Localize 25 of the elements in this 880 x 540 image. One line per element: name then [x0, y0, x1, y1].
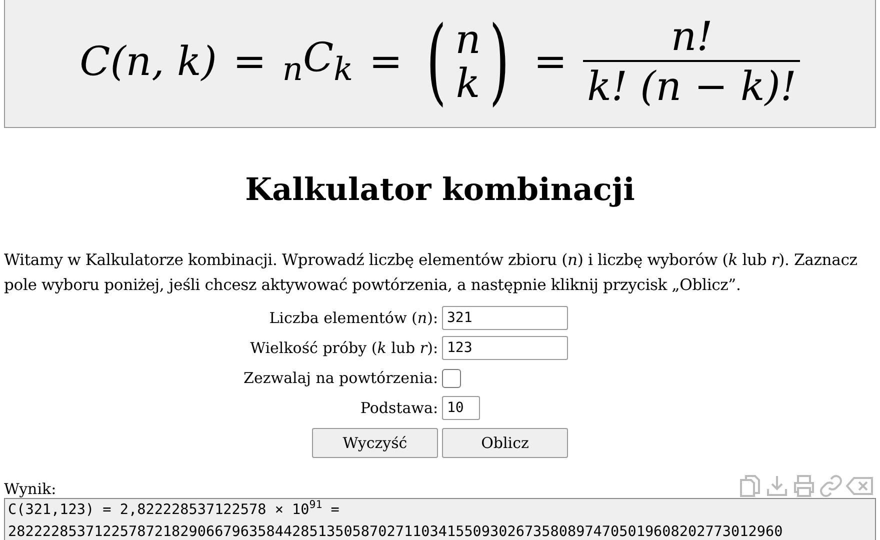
field-label: Podstawa:: [360, 399, 438, 417]
fraction: n! k! (n − k)!: [583, 14, 800, 110]
input-field[interactable]: 321: [442, 306, 568, 330]
equals-sign: =: [534, 38, 568, 84]
formula-term: C(n, k): [80, 38, 217, 84]
clear-icon[interactable]: [846, 474, 874, 498]
formula-term: $_{n}$C$_{k}$: [282, 35, 353, 88]
input-field[interactable]: 123: [442, 336, 568, 360]
equals-sign: =: [232, 38, 266, 84]
clear-button[interactable]: Wyczyść: [312, 428, 438, 458]
field-label: Zezwalaj na powtórzenia:: [244, 369, 438, 387]
checkbox[interactable]: [442, 368, 461, 388]
download-icon[interactable]: [765, 474, 789, 498]
field-label: Wielkość próby (k lub r):: [250, 339, 438, 357]
field-label: Liczba elementów (n):: [269, 309, 438, 327]
equals-sign: =: [368, 38, 402, 84]
intro-text: Witamy w Kalkulatorze kombinacji. Wprowadź liczbę elementów zbioru (n) i liczbę wyborów (k lub r). Zaznacz pole wyboru poniżej, jeśli chcesz aktywować powtórzenia, a następnie kliknij przycisk „Oblicz”.: [4, 250, 858, 296]
result-label: Wynik:: [4, 480, 56, 498]
copy-icon[interactable]: [738, 474, 762, 498]
page-title: Kalkulator kombinacji: [245, 171, 635, 210]
result-output: C(321,123) = 2,822228537122578 × 10$^{91}$ = 282222853712257872182906679635844285135058702711034155093026735808974705019608202773012960: [4, 498, 876, 540]
input-field[interactable]: 10: [442, 396, 480, 420]
link-icon[interactable]: [819, 474, 843, 498]
print-icon[interactable]: [792, 474, 816, 498]
calculate-button[interactable]: Oblicz: [442, 428, 568, 458]
